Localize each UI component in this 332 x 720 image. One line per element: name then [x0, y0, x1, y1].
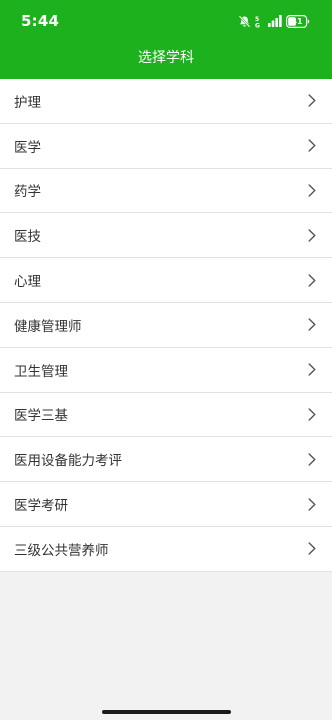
chevron-right-icon [308, 94, 316, 108]
chevron-right-icon [308, 497, 316, 511]
status-time: 5:44 [21, 12, 60, 30]
subject-label: 医学 [14, 139, 41, 156]
subject-label: 医学三基 [14, 408, 68, 425]
app-screen: 5:44 5 G 41 选择学科 护理 医学 药学 医技 心理 健康管理师 卫生… [0, 0, 332, 720]
home-indicator [102, 710, 231, 714]
subject-label: 心理 [14, 274, 41, 291]
chevron-right-icon [308, 363, 316, 376]
subject-row[interactable]: 医学三基 [0, 392, 332, 438]
chevron-right-icon [308, 542, 316, 556]
subject-row[interactable]: 医学 [0, 123, 332, 169]
subject-label: 药学 [14, 184, 41, 201]
subject-label: 护理 [14, 94, 41, 111]
5g-icon: 5 G [255, 15, 264, 28]
battery-icon: 41 [286, 14, 310, 28]
subject-row[interactable]: 医学考研 [0, 482, 332, 527]
subject-row[interactable]: 卫生管理 [0, 347, 332, 393]
subject-row[interactable]: 医技 [0, 213, 332, 259]
subject-label: 医技 [14, 229, 41, 246]
subject-label: 三级公共营养师 [14, 542, 109, 559]
subject-label: 健康管理师 [14, 318, 82, 335]
page-title: 选择学科 [138, 50, 194, 66]
subject-label: 卫生管理 [14, 363, 68, 380]
chevron-right-icon [308, 453, 316, 466]
header: 5:44 5 G 41 选择学科 [0, 0, 332, 79]
chevron-right-icon [308, 184, 316, 197]
signal-icon [268, 15, 282, 27]
chevron-right-icon [308, 139, 316, 152]
status-icons: 5 G 41 [238, 14, 310, 28]
subject-row[interactable]: 健康管理师 [0, 302, 332, 348]
chevron-right-icon [308, 229, 316, 242]
subject-row[interactable]: 医用设备能力考评 [0, 437, 332, 483]
subject-row[interactable]: 三级公共营养师 [0, 526, 332, 572]
subject-row[interactable]: 心理 [0, 258, 332, 303]
chevron-right-icon [308, 273, 316, 287]
subject-row[interactable]: 护理 [0, 79, 332, 124]
chevron-right-icon [308, 408, 316, 421]
bell-muted-icon [238, 14, 251, 28]
svg-text:G: G [255, 22, 260, 28]
status-bar: 5:44 5 G 41 [0, 0, 332, 44]
subject-list: 护理 医学 药学 医技 心理 健康管理师 卫生管理 医学三基 医用设备能力考评 … [0, 79, 332, 572]
subject-row[interactable]: 药学 [0, 168, 332, 214]
subject-label: 医用设备能力考评 [14, 453, 122, 470]
subject-label: 医学考研 [14, 498, 68, 515]
chevron-right-icon [308, 318, 316, 332]
battery-level: 41 [291, 16, 303, 26]
